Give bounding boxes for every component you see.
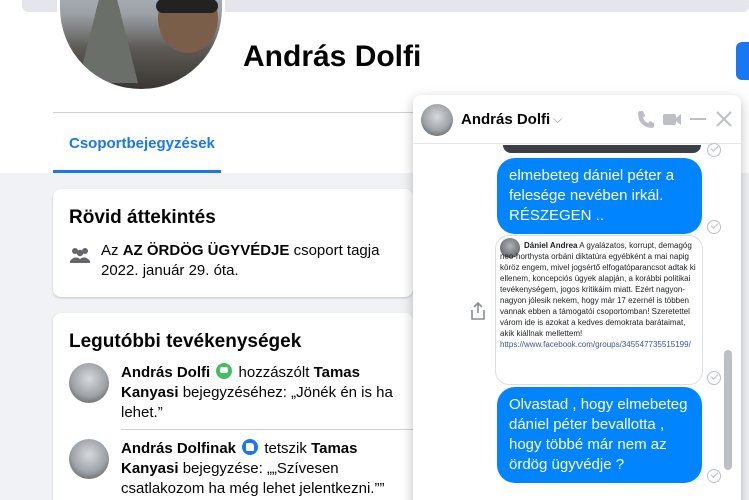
sunglasses-shape	[156, 0, 218, 13]
activity-title: Legutóbbi tevékenységek	[69, 331, 302, 352]
seen-icon	[707, 371, 721, 385]
message-bubble[interactable]: elmebeteg dániel péter a felesége nevébe…	[497, 158, 702, 234]
scrollbar-thumb[interactable]	[724, 350, 732, 470]
overview-suffix: csoport tagja	[293, 242, 380, 259]
activity-text: András Dolfi hozzászólt Tamas Kanyasi be…	[121, 363, 399, 423]
screenshot-text: Dániel Andrea A gyalázatos, korrupt, dem…	[500, 240, 700, 350]
chat-scrollbar[interactable]	[724, 145, 732, 500]
tab-label: Csoportbejegyzések	[69, 135, 215, 152]
activity-text: András Dolfinak tetszik Tamas Kanyasi be…	[121, 439, 399, 499]
overview-card: Rövid áttekintés Az AZ ÖRDÖG ÜGYVÉDJE cs…	[53, 189, 413, 297]
comment-icon	[216, 363, 233, 379]
seen-icon	[707, 469, 721, 483]
minimize-icon[interactable]	[687, 108, 709, 130]
like-icon	[242, 439, 259, 455]
group-name-link[interactable]: AZ ÖRDÖG ÜGYVÉDJE	[123, 242, 290, 259]
tree-shape	[78, 0, 138, 83]
activity-verb: hozzászólt	[238, 364, 310, 381]
people-icon	[70, 248, 90, 263]
tab-group-posts[interactable]: Csoportbejegyzések	[53, 113, 221, 173]
activity-card: Legutóbbi tevékenységek András Dolfi hoz…	[53, 313, 451, 500]
divider	[121, 429, 451, 430]
avatar[interactable]	[69, 363, 109, 403]
activity-verb: tetszik	[264, 440, 307, 457]
share-icon[interactable]	[469, 301, 487, 321]
shared-screenshot-message[interactable]: Dániel Andrea A gyalázatos, korrupt, dem…	[495, 235, 703, 385]
tab-underline	[53, 170, 221, 173]
phone-icon[interactable]	[635, 108, 657, 130]
chat-header[interactable]: András Dolfi ⌵	[413, 95, 741, 144]
screenshot-body: A gyalázatos, korrupt, demagóg neo-horth…	[500, 241, 696, 338]
screenshot-link[interactable]: https://www.facebook.com/groups/34554773…	[500, 340, 691, 349]
actor-link[interactable]: András Dolfinak	[121, 440, 236, 457]
close-icon[interactable]	[713, 108, 735, 130]
screenshot-author: Dániel Andrea	[524, 241, 578, 250]
video-camera-icon[interactable]	[661, 108, 683, 130]
seen-icon	[707, 143, 721, 157]
avatar[interactable]	[69, 439, 109, 479]
overview-prefix: Az	[101, 242, 119, 259]
seen-icon	[707, 220, 721, 234]
overview-title: Rövid áttekintés	[69, 207, 216, 228]
actor-link[interactable]: András Dolfi	[121, 364, 210, 381]
previous-image-edge	[503, 145, 701, 153]
avatar[interactable]	[421, 104, 453, 136]
overview-text: Az AZ ÖRDÖG ÜGYVÉDJE csoport tagja 2022.…	[101, 241, 401, 281]
profile-picture[interactable]	[57, 0, 225, 92]
message-bubble[interactable]: Olvastad , hogy elmebeteg dániel péter b…	[497, 387, 702, 483]
chat-window: András Dolfi ⌵ elmebeteg dániel péter a …	[413, 95, 741, 500]
action-button-edge[interactable]	[736, 42, 749, 80]
profile-name: András Dolfi	[243, 40, 422, 73]
member-since: 2022. január 29. óta.	[101, 262, 239, 279]
chat-contact-name[interactable]: András Dolfi	[461, 111, 550, 128]
chevron-down-icon[interactable]: ⌵	[553, 112, 562, 127]
